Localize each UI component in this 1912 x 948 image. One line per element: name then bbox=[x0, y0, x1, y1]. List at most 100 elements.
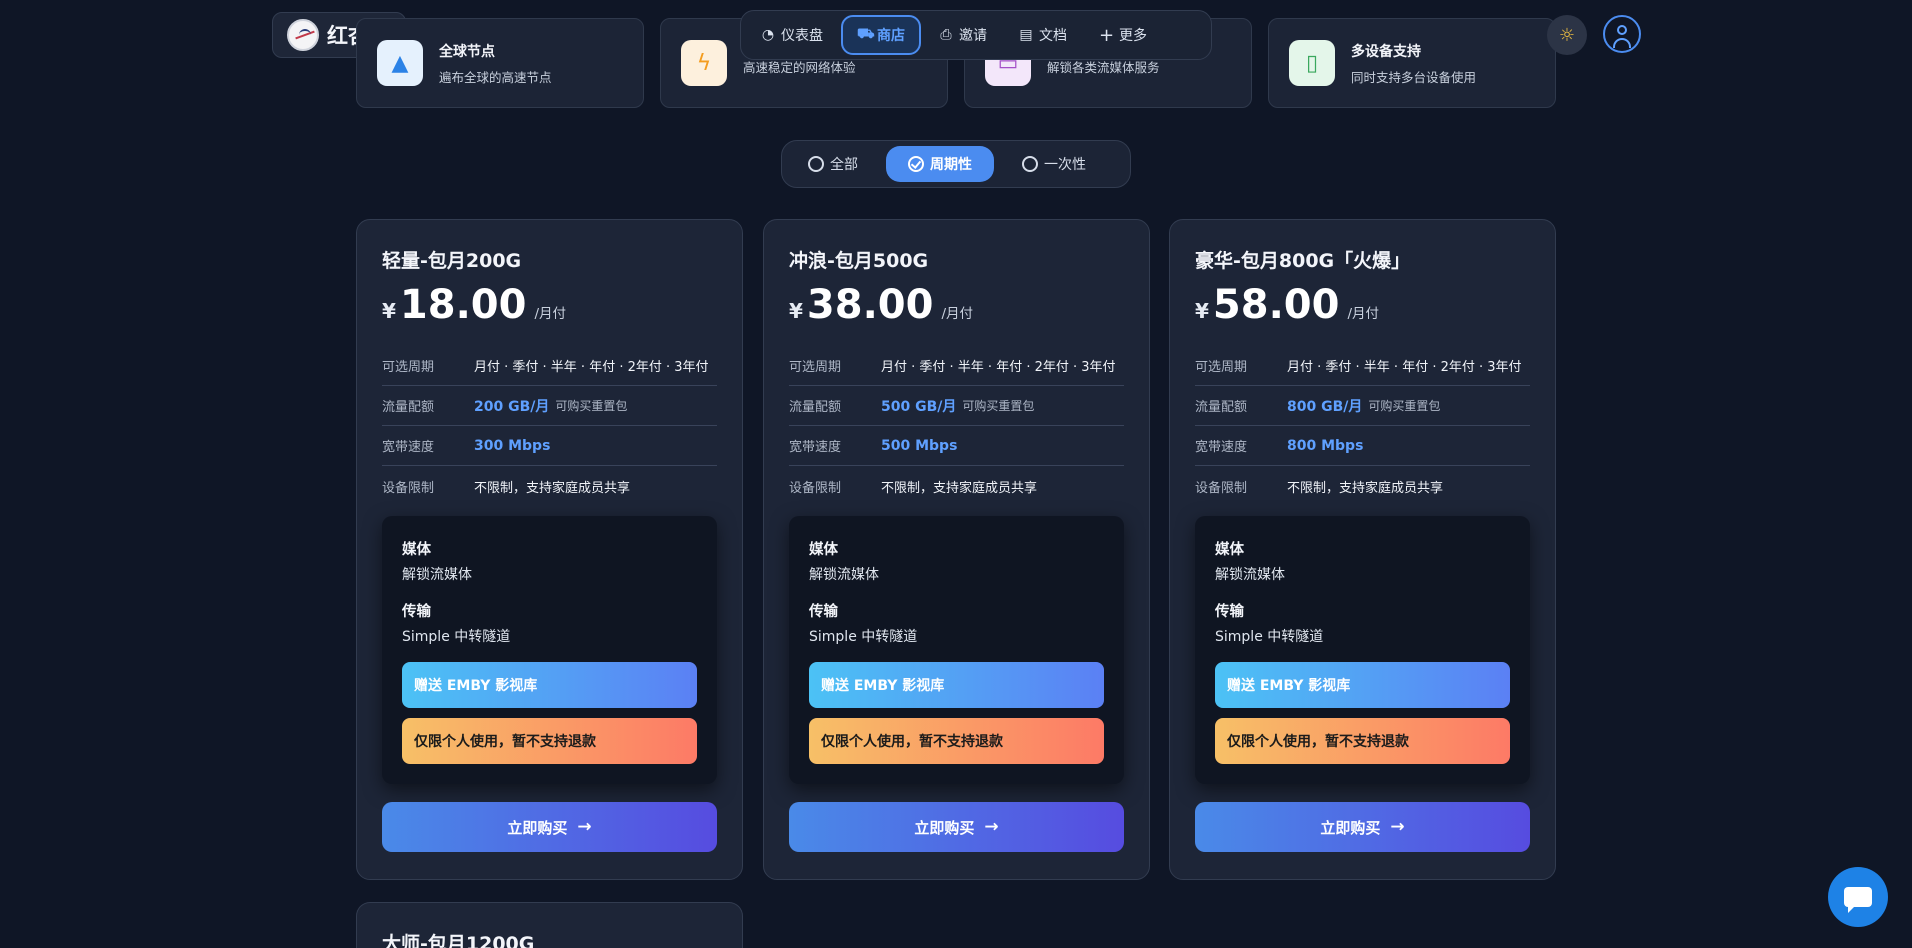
emby-badge: 赠送 EMBY 影视库 bbox=[1215, 662, 1510, 708]
plan-card: 冲浪-包月500G ¥ 38.00 /月付 可选周期 月付 · 季付 · 半年 … bbox=[763, 219, 1150, 880]
plan-card: 轻量-包月200G ¥ 18.00 /月付 可选周期 月付 · 季付 · 半年 … bbox=[356, 219, 743, 880]
spec-label: 宽带速度 bbox=[382, 440, 435, 455]
feature-heading: 传输 bbox=[1215, 604, 1244, 620]
currency-symbol: ¥ bbox=[1195, 299, 1209, 323]
spec-table: 可选周期 月付 · 季付 · 半年 · 年付 · 2年付 · 3年付 流量配额 … bbox=[382, 346, 717, 506]
plus-icon: + bbox=[1099, 24, 1115, 46]
feature-text: Simple 中转隧道 bbox=[402, 629, 511, 645]
filter-all[interactable]: 全部 bbox=[786, 146, 880, 182]
spec-label: 宽带速度 bbox=[789, 440, 842, 455]
spec-row-period: 可选周期 月付 · 季付 · 半年 · 年付 · 2年付 · 3年付 bbox=[789, 346, 1124, 386]
spec-label: 流量配额 bbox=[382, 400, 435, 415]
price-unit: /月付 bbox=[1347, 306, 1380, 322]
spec-row-speed: 宽带速度 300 Mbps bbox=[382, 426, 717, 466]
price-value: 18.00 bbox=[399, 282, 527, 328]
feature-heading: 媒体 bbox=[1215, 542, 1244, 558]
spec-value: 月付 · 季付 · 半年 · 年付 · 2年付 · 3年付 bbox=[474, 360, 709, 375]
feature-text: 解锁流媒体 bbox=[402, 567, 472, 583]
feature-text: Simple 中转隧道 bbox=[1215, 629, 1324, 645]
spec-row-traffic: 流量配额 800 GB/月 可购买重置包 bbox=[1195, 386, 1530, 426]
nav-item-more[interactable]: + 更多 bbox=[1085, 15, 1161, 55]
spec-row-period: 可选周期 月付 · 季付 · 半年 · 年付 · 2年付 · 3年付 bbox=[382, 346, 717, 386]
top-nav: ◔ 仪表盘 ⛟ 商店 ⎙ 邀请 ▤ 文档 + 更多 bbox=[740, 10, 1212, 60]
feature-heading: 媒体 bbox=[402, 542, 431, 558]
radio-icon bbox=[1022, 156, 1038, 172]
chat-support-button[interactable] bbox=[1828, 867, 1888, 927]
spec-label: 可选周期 bbox=[789, 360, 842, 375]
buy-button[interactable]: 立即购买 → bbox=[789, 802, 1124, 852]
price-unit: /月付 bbox=[941, 306, 974, 322]
plan-name: 豪华-包月800G「火爆」 bbox=[1195, 250, 1411, 272]
feature-text: 解锁流媒体 bbox=[1215, 567, 1285, 583]
nav-label: 文档 bbox=[1039, 28, 1067, 44]
filter-onetime[interactable]: 一次性 bbox=[1000, 146, 1108, 182]
filter-label: 一次性 bbox=[1044, 157, 1086, 173]
spec-table: 可选周期 月付 · 季付 · 半年 · 年付 · 2年付 · 3年付 流量配额 … bbox=[1195, 346, 1530, 506]
check-circle-icon bbox=[908, 156, 924, 172]
spec-label: 设备限制 bbox=[382, 480, 435, 496]
plan-name: 轻量-包月200G bbox=[382, 250, 522, 272]
spec-row-devices: 设备限制 不限制，支持家庭成员共享 bbox=[1195, 466, 1530, 506]
spec-note: 可购买重置包 bbox=[555, 399, 628, 413]
nav-label: 更多 bbox=[1119, 28, 1147, 44]
plan-type-filter: 全部 周期性 一次性 bbox=[781, 140, 1131, 188]
devices-icon: ▯ bbox=[1289, 40, 1335, 86]
filter-recurring[interactable]: 周期性 bbox=[886, 146, 994, 182]
spec-label: 流量配额 bbox=[1195, 400, 1248, 415]
emby-badge: 赠送 EMBY 影视库 bbox=[402, 662, 697, 708]
spec-label: 设备限制 bbox=[1195, 480, 1248, 496]
buy-label: 立即购买 bbox=[914, 818, 975, 837]
nav-item-dashboard[interactable]: ◔ 仪表盘 bbox=[747, 15, 837, 55]
buy-button[interactable]: 立即购买 → bbox=[382, 802, 717, 852]
price-row: ¥ 38.00 /月付 bbox=[789, 282, 1124, 332]
user-icon bbox=[1617, 25, 1627, 35]
logo-icon bbox=[287, 19, 319, 51]
currency-symbol: ¥ bbox=[382, 299, 396, 323]
nav-item-shop[interactable]: ⛟ 商店 bbox=[841, 15, 921, 55]
spec-value: 不限制，支持家庭成员共享 bbox=[1287, 480, 1444, 496]
spec-value: 月付 · 季付 · 半年 · 年付 · 2年付 · 3年付 bbox=[881, 360, 1116, 375]
cart-icon: ⛟ bbox=[857, 26, 875, 42]
spec-row-speed: 宽带速度 800 Mbps bbox=[1195, 426, 1530, 466]
feature-heading: 传输 bbox=[809, 604, 838, 620]
plan-features-box: 媒体 解锁流媒体 传输 Simple 中转隧道 赠送 EMBY 影视库 仅限个人… bbox=[382, 516, 717, 784]
plan-features-box: 媒体 解锁流媒体 传输 Simple 中转隧道 赠送 EMBY 影视库 仅限个人… bbox=[789, 516, 1124, 784]
spec-label: 流量配额 bbox=[789, 400, 842, 415]
feature-text: 解锁流媒体 bbox=[809, 567, 879, 583]
price-row: ¥ 58.00 /月付 bbox=[1195, 282, 1530, 332]
nav-item-docs[interactable]: ▤ 文档 bbox=[1005, 15, 1081, 55]
spec-label: 可选周期 bbox=[382, 360, 435, 375]
nav-label: 仪表盘 bbox=[781, 28, 823, 44]
buy-button[interactable]: 立即购买 → bbox=[1195, 802, 1530, 852]
price-value: 38.00 bbox=[806, 282, 934, 328]
feature-card-devices: ▯ 多设备支持 同时支持多台设备使用 bbox=[1268, 18, 1556, 108]
spec-row-traffic: 流量配额 200 GB/月 可购买重置包 bbox=[382, 386, 717, 426]
plan-name: 冲浪-包月500G bbox=[789, 250, 929, 272]
feature-text: Simple 中转隧道 bbox=[809, 629, 918, 645]
spec-row-period: 可选周期 月付 · 季付 · 半年 · 年付 · 2年付 · 3年付 bbox=[1195, 346, 1530, 386]
notice-badge: 仅限个人使用，暂不支持退款 bbox=[402, 718, 697, 764]
nav-item-invite[interactable]: ⎙ 邀请 bbox=[925, 15, 1001, 55]
notice-badge: 仅限个人使用，暂不支持退款 bbox=[809, 718, 1104, 764]
user-menu-button[interactable] bbox=[1603, 15, 1641, 53]
plan-name: 大师-包月1200G bbox=[382, 933, 535, 948]
spec-row-devices: 设备限制 不限制，支持家庭成员共享 bbox=[789, 466, 1124, 506]
chat-icon bbox=[1844, 887, 1872, 913]
theme-toggle-button[interactable]: ☼ bbox=[1547, 15, 1587, 55]
spec-value: 800 Mbps bbox=[1287, 437, 1364, 454]
feature-title: 多设备支持 bbox=[1351, 43, 1421, 60]
spec-label: 宽带速度 bbox=[1195, 440, 1248, 455]
plan-features-box: 媒体 解锁流媒体 传输 Simple 中转隧道 赠送 EMBY 影视库 仅限个人… bbox=[1195, 516, 1530, 784]
spec-value: 300 Mbps bbox=[474, 437, 551, 454]
emby-badge: 赠送 EMBY 影视库 bbox=[809, 662, 1104, 708]
spec-note: 可购买重置包 bbox=[1368, 399, 1441, 413]
spec-note: 可购买重置包 bbox=[962, 399, 1035, 413]
price-value: 58.00 bbox=[1212, 282, 1340, 328]
rocket-icon: ▲ bbox=[377, 40, 423, 86]
sun-icon: ☼ bbox=[1558, 24, 1576, 46]
spec-value: 月付 · 季付 · 半年 · 年付 · 2年付 · 3年付 bbox=[1287, 360, 1522, 375]
spec-row-speed: 宽带速度 500 Mbps bbox=[789, 426, 1124, 466]
price-row: ¥ 18.00 /月付 bbox=[382, 282, 717, 332]
spec-row-devices: 设备限制 不限制，支持家庭成员共享 bbox=[382, 466, 717, 506]
nav-label: 商店 bbox=[877, 28, 905, 44]
